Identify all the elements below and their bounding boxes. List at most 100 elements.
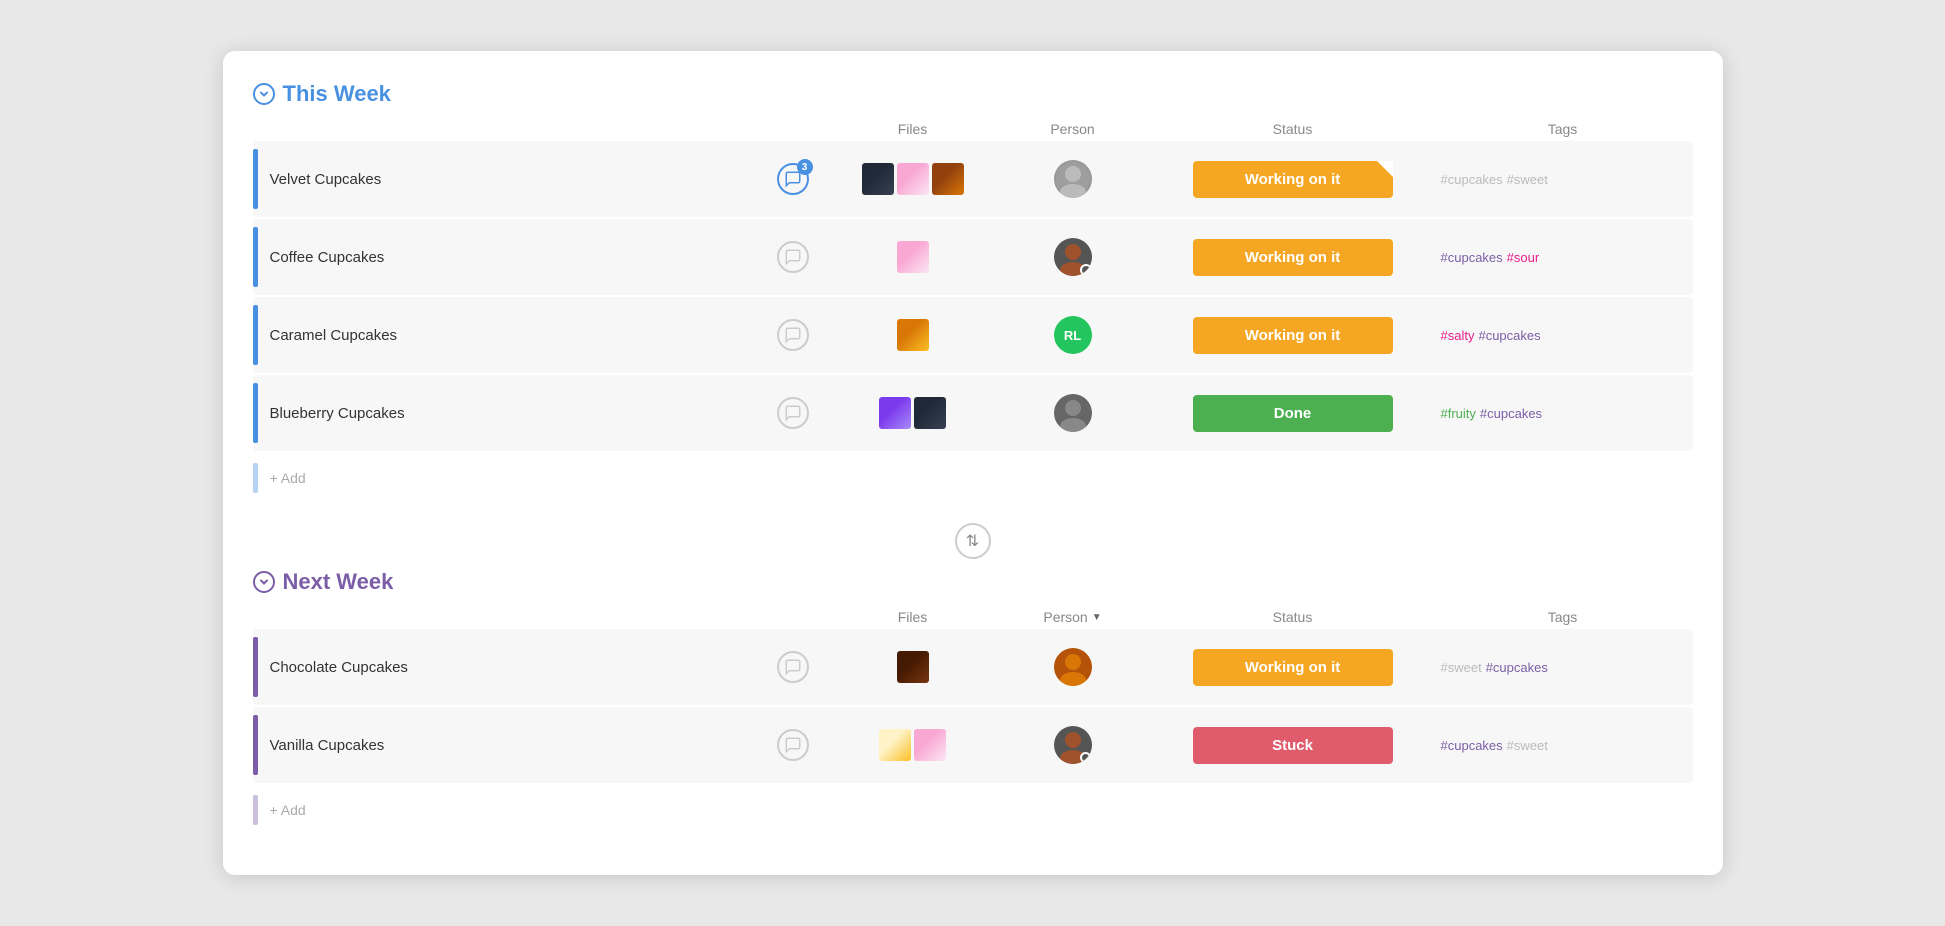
task-color-bar	[253, 305, 258, 365]
task-color-bar	[253, 637, 258, 697]
tag[interactable]: #cupcakes	[1480, 406, 1542, 421]
person-cell	[993, 394, 1153, 432]
task-name-cell: Vanilla Cupcakes	[253, 707, 753, 783]
task-name-cell: Chocolate Cupcakes	[253, 629, 753, 705]
tag[interactable]: #salty	[1441, 328, 1475, 343]
task-color-bar	[253, 715, 258, 775]
status-badge[interactable]: Working on it	[1193, 317, 1393, 354]
avatar	[1054, 238, 1092, 276]
task-name: Chocolate Cupcakes	[270, 659, 408, 676]
status-badge[interactable]: Done	[1193, 395, 1393, 432]
status-corner	[1377, 161, 1393, 177]
chat-icon[interactable]	[777, 241, 809, 273]
file-thumb	[879, 729, 911, 761]
tags-cell: #cupcakes #sour	[1433, 250, 1693, 265]
task-color-bar	[253, 383, 258, 443]
status-cell[interactable]: Stuck	[1153, 727, 1433, 764]
avatar: RL	[1054, 316, 1092, 354]
table-row: Caramel Cupcakes RL Working on it #salty…	[253, 297, 1693, 373]
section-divider: ⇅	[253, 523, 1693, 559]
col-chat	[753, 121, 833, 137]
status-cell[interactable]: Working on it	[1153, 649, 1433, 686]
add-color-bar	[253, 463, 258, 493]
status-badge[interactable]: Working on it	[1193, 239, 1393, 276]
status-cell[interactable]: Working on it	[1153, 161, 1433, 198]
task-name: Velvet Cupcakes	[270, 171, 382, 188]
this-week-col-headers: Files Person Status Tags	[253, 117, 1693, 141]
files-cell	[833, 319, 993, 351]
chat-cell[interactable]	[753, 729, 833, 761]
task-name-cell: Velvet Cupcakes	[253, 141, 753, 217]
file-thumb	[897, 319, 929, 351]
chat-cell[interactable]	[753, 241, 833, 273]
person-cell	[993, 648, 1153, 686]
chat-badge: 3	[797, 159, 813, 175]
add-label[interactable]: + Add	[270, 802, 306, 818]
main-container: This Week Files Person Status Tags Velve…	[223, 51, 1723, 875]
task-name-cell: Caramel Cupcakes	[253, 297, 753, 373]
chat-icon[interactable]	[777, 729, 809, 761]
task-color-bar	[253, 149, 258, 209]
tag[interactable]: #sweet	[1441, 660, 1482, 675]
file-thumb	[879, 397, 911, 429]
col-files: Files	[833, 121, 993, 137]
person-dropdown-arrow[interactable]: ▼	[1092, 612, 1102, 623]
files-cell	[833, 163, 993, 195]
task-color-bar	[253, 227, 258, 287]
chat-icon[interactable]	[777, 397, 809, 429]
file-thumb	[914, 397, 946, 429]
add-row-next-week[interactable]: + Add	[253, 785, 1693, 835]
tag[interactable]: #cupcakes	[1441, 738, 1503, 753]
file-thumb	[897, 163, 929, 195]
file-thumb	[897, 241, 929, 273]
status-cell[interactable]: Done	[1153, 395, 1433, 432]
chat-icon[interactable]	[777, 651, 809, 683]
next-week-col-headers: Files Person ▼ Status Tags	[253, 605, 1693, 629]
person-header-cell[interactable]: Person ▼	[993, 609, 1153, 625]
tag[interactable]: #cupcakes	[1486, 660, 1548, 675]
add-row-this-week[interactable]: + Add	[253, 453, 1693, 503]
sort-icon[interactable]: ⇅	[955, 523, 991, 559]
add-color-bar	[253, 795, 258, 825]
tag[interactable]: #sour	[1507, 250, 1540, 265]
tag[interactable]: #cupcakes	[1478, 328, 1540, 343]
this-week-header: This Week	[253, 81, 1693, 107]
col-person: Person ▼	[993, 609, 1153, 625]
col-status: Status	[1153, 609, 1433, 625]
tags-cell: #fruity #cupcakes	[1433, 406, 1693, 421]
files-cell	[833, 651, 993, 683]
status-badge[interactable]: Stuck	[1193, 727, 1393, 764]
table-row: Blueberry Cupcakes Done #fruity	[253, 375, 1693, 451]
col-name	[343, 609, 753, 625]
table-row: Chocolate Cupcakes Working on it #sweet	[253, 629, 1693, 705]
task-name: Coffee Cupcakes	[270, 249, 385, 266]
tags-cell: #sweet #cupcakes	[1433, 660, 1693, 675]
col-tags: Tags	[1433, 121, 1693, 137]
tag[interactable]: #sweet	[1507, 172, 1548, 187]
tags-cell: #cupcakes #sweet	[1433, 738, 1693, 753]
tag[interactable]: #fruity	[1441, 406, 1476, 421]
status-cell[interactable]: Working on it	[1153, 317, 1433, 354]
this-week-title: This Week	[283, 81, 391, 107]
next-week-collapse-btn[interactable]	[253, 571, 275, 593]
file-thumb	[897, 651, 929, 683]
tag[interactable]: #sweet	[1507, 738, 1548, 753]
files-cell	[833, 241, 993, 273]
chat-icon[interactable]: 3	[777, 163, 809, 195]
chat-cell[interactable]: 3	[753, 163, 833, 195]
chat-icon[interactable]	[777, 319, 809, 351]
status-badge[interactable]: Working on it	[1193, 649, 1393, 686]
this-week-collapse-btn[interactable]	[253, 83, 275, 105]
add-label[interactable]: + Add	[270, 470, 306, 486]
status-cell[interactable]: Working on it	[1153, 239, 1433, 276]
table-row: Velvet Cupcakes 3 Working on i	[253, 141, 1693, 217]
col-files: Files	[833, 609, 993, 625]
task-name-cell: Blueberry Cupcakes	[253, 375, 753, 451]
files-cell	[833, 397, 993, 429]
chat-cell[interactable]	[753, 319, 833, 351]
status-badge[interactable]: Working on it	[1193, 161, 1393, 198]
chat-cell[interactable]	[753, 651, 833, 683]
chat-cell[interactable]	[753, 397, 833, 429]
tag[interactable]: #cupcakes	[1441, 250, 1503, 265]
tag[interactable]: #cupcakes	[1441, 172, 1503, 187]
